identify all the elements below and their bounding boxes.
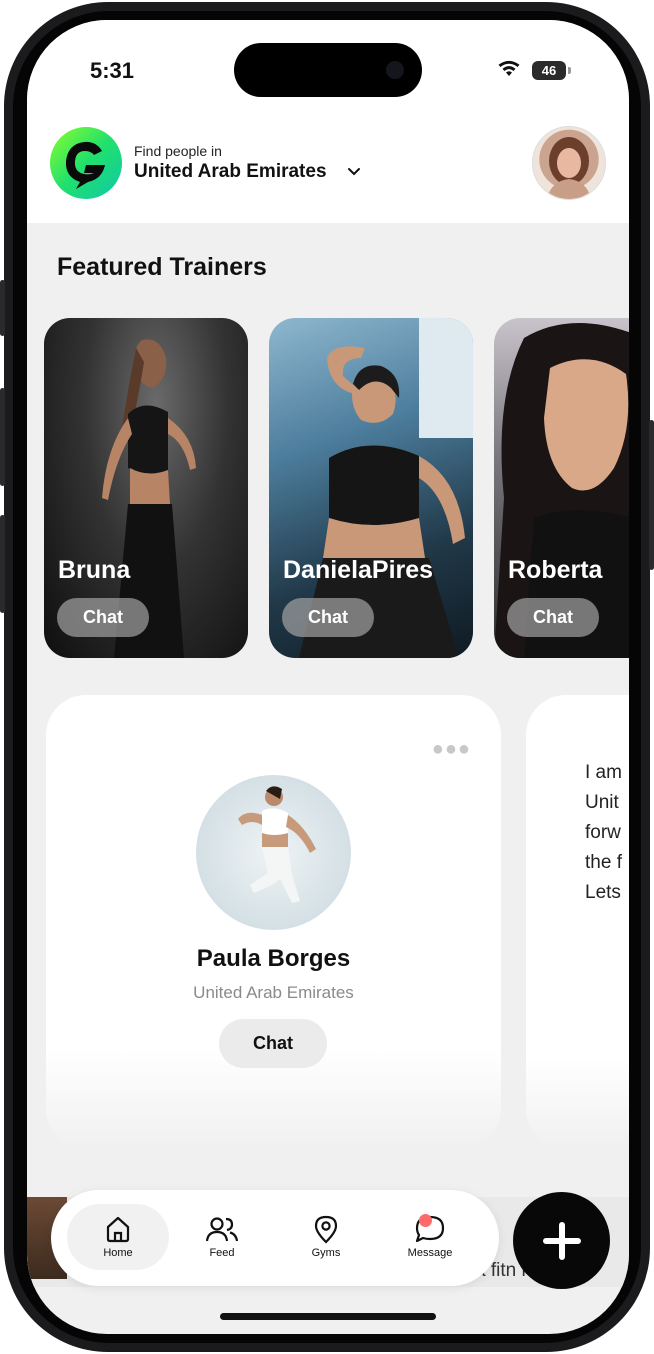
battery-icon: 46: [532, 61, 566, 80]
chat-button[interactable]: Chat: [57, 598, 149, 637]
power-button: [649, 420, 654, 570]
volume-up-button: [0, 388, 5, 486]
wifi-icon: [498, 60, 520, 76]
chevron-down-icon[interactable]: [345, 166, 363, 178]
notification-badge: [419, 1214, 432, 1227]
profile-avatar: [196, 775, 351, 930]
home-indicator[interactable]: [220, 1313, 436, 1320]
bottom-nav: Home Feed Gyms Message: [51, 1190, 499, 1286]
dynamic-island: [234, 43, 422, 97]
profile-name: Paula Borges: [196, 945, 351, 972]
trainer-card-danielapires[interactable]: DanielaPires Chat: [269, 318, 473, 658]
location-pin-icon: [314, 1215, 338, 1244]
bio-line: the f: [585, 852, 622, 873]
action-button: [0, 280, 5, 336]
add-button[interactable]: [513, 1192, 610, 1289]
home-icon: [106, 1216, 130, 1243]
nav-message[interactable]: Message: [379, 1204, 481, 1270]
section-title: Featured Trainers: [57, 253, 267, 281]
user-avatar[interactable]: [532, 126, 606, 200]
nav-gyms[interactable]: Gyms: [275, 1204, 377, 1270]
chat-button[interactable]: Chat: [282, 598, 374, 637]
bio-line: forw: [585, 822, 621, 843]
trainer-name: Bruna: [58, 556, 131, 584]
nav-label: Message: [407, 1247, 453, 1259]
chat-button[interactable]: Chat: [507, 598, 599, 637]
bio-line: Unit: [585, 792, 619, 813]
plus-icon: [542, 1221, 581, 1260]
bio-line: Lets: [585, 882, 621, 903]
trainer-name: Roberta: [508, 556, 603, 584]
battery-cap: [568, 67, 571, 74]
find-people-label: Find people in: [134, 143, 222, 159]
people-icon: [205, 1217, 239, 1242]
volume-down-button: [0, 515, 5, 613]
nav-label: Gyms: [311, 1247, 341, 1259]
nav-label: Home: [103, 1247, 133, 1259]
nav-feed[interactable]: Feed: [171, 1204, 273, 1270]
more-dots-icon[interactable]: ●●●: [432, 738, 471, 761]
bio-line: I am: [585, 762, 622, 783]
profile-card[interactable]: ●●● Paula Borges United Arab Emirates Ch…: [46, 695, 501, 1149]
trainer-name: DanielaPires: [283, 556, 434, 584]
status-time: 5:31: [90, 58, 135, 83]
app-screen: 5:31 46 Find people in United Arab Emira…: [27, 20, 629, 1334]
trainer-card-bruna[interactable]: Bruna Chat: [44, 318, 248, 658]
camera-icon: [386, 61, 404, 79]
chat-button[interactable]: Chat: [219, 1019, 327, 1068]
bio-text: I am Unit forw the f Lets: [585, 758, 622, 908]
trainer-card-roberta[interactable]: Roberta Chat: [494, 318, 629, 658]
profile-location: United Arab Emirates: [193, 983, 354, 1002]
nav-home[interactable]: Home: [67, 1204, 169, 1270]
g-logo-icon[interactable]: [50, 127, 122, 199]
profile-card-bio[interactable]: I am Unit forw the f Lets: [526, 695, 629, 1149]
country-selector[interactable]: United Arab Emirates: [134, 161, 327, 183]
nav-label: Feed: [209, 1247, 235, 1259]
